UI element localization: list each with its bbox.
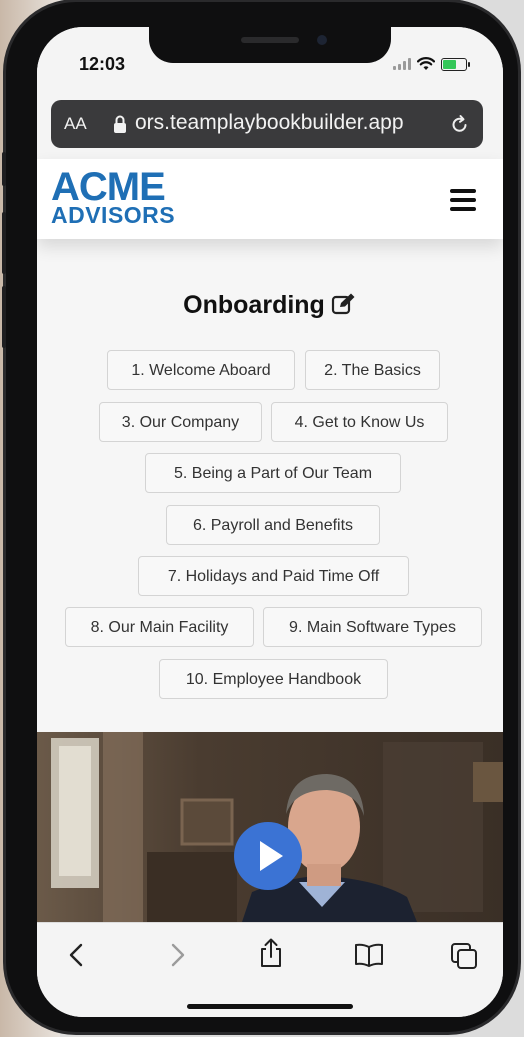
front-camera	[317, 35, 327, 45]
section-chip[interactable]: 3. Our Company	[99, 402, 262, 442]
speaker	[241, 37, 299, 43]
section-chip[interactable]: 5. Being a Part of Our Team	[145, 453, 401, 493]
section-chip[interactable]: 2. The Basics	[305, 350, 440, 390]
section-chip[interactable]: 4. Get to Know Us	[271, 402, 448, 442]
section-chip[interactable]: 6. Payroll and Benefits	[166, 505, 380, 545]
onboarding-content: Onboarding 1. Welcome Aboard 2. The Basi…	[37, 239, 503, 732]
side-button	[2, 286, 6, 348]
bookmarks-icon[interactable]	[353, 941, 385, 969]
lock-icon	[114, 115, 126, 133]
clock: 12:03	[79, 54, 126, 74]
reload-icon[interactable]	[449, 113, 471, 135]
url-text[interactable]: ors.teamplaybookbuilder.app	[135, 111, 404, 135]
company-logo[interactable]: ACME ADVISORS	[51, 167, 175, 227]
play-icon	[260, 841, 283, 871]
tabs-icon[interactable]	[449, 941, 479, 971]
browser-address-area: AA ors.teamplaybookbuilder.app	[37, 99, 503, 159]
page-title-text: Onboarding	[183, 291, 325, 319]
back-icon[interactable]	[65, 941, 89, 969]
play-button[interactable]	[234, 822, 302, 890]
forward-icon[interactable]	[165, 941, 189, 969]
logo-line1: ACME	[51, 165, 166, 209]
home-indicator[interactable]	[187, 1004, 353, 1009]
site-header: ACME ADVISORS	[37, 159, 503, 239]
text-size-button[interactable]: AA	[64, 114, 87, 134]
section-chip[interactable]: 9. Main Software Types	[263, 607, 482, 647]
section-chip[interactable]: 7. Holidays and Paid Time Off	[138, 556, 409, 596]
status-icons	[393, 57, 470, 71]
notch	[149, 27, 391, 63]
address-bar[interactable]: AA ors.teamplaybookbuilder.app	[51, 100, 483, 148]
signal-icon	[393, 58, 411, 70]
section-chip[interactable]: 10. Employee Handbook	[159, 659, 388, 699]
page-title: Onboarding	[37, 291, 503, 320]
wifi-icon	[417, 57, 435, 70]
share-icon[interactable]	[257, 937, 285, 969]
browser-toolbar	[37, 922, 503, 1017]
status-bar: 12:03	[37, 27, 503, 99]
logo-line2: ADVISORS	[51, 202, 176, 228]
section-chip[interactable]: 8. Our Main Facility	[65, 607, 254, 647]
phone-frame: 12:03 AA ors.teamplaybookbuilder.app ACM…	[2, 2, 518, 1032]
phone-screen: 12:03 AA ors.teamplaybookbuilder.app ACM…	[37, 27, 503, 1017]
battery-icon	[441, 57, 470, 71]
section-chip[interactable]: 1. Welcome Aboard	[107, 350, 295, 390]
side-button	[2, 152, 6, 186]
menu-icon[interactable]	[450, 189, 476, 211]
side-button	[2, 212, 6, 274]
edit-icon[interactable]	[331, 292, 357, 316]
video-player[interactable]	[37, 732, 503, 922]
